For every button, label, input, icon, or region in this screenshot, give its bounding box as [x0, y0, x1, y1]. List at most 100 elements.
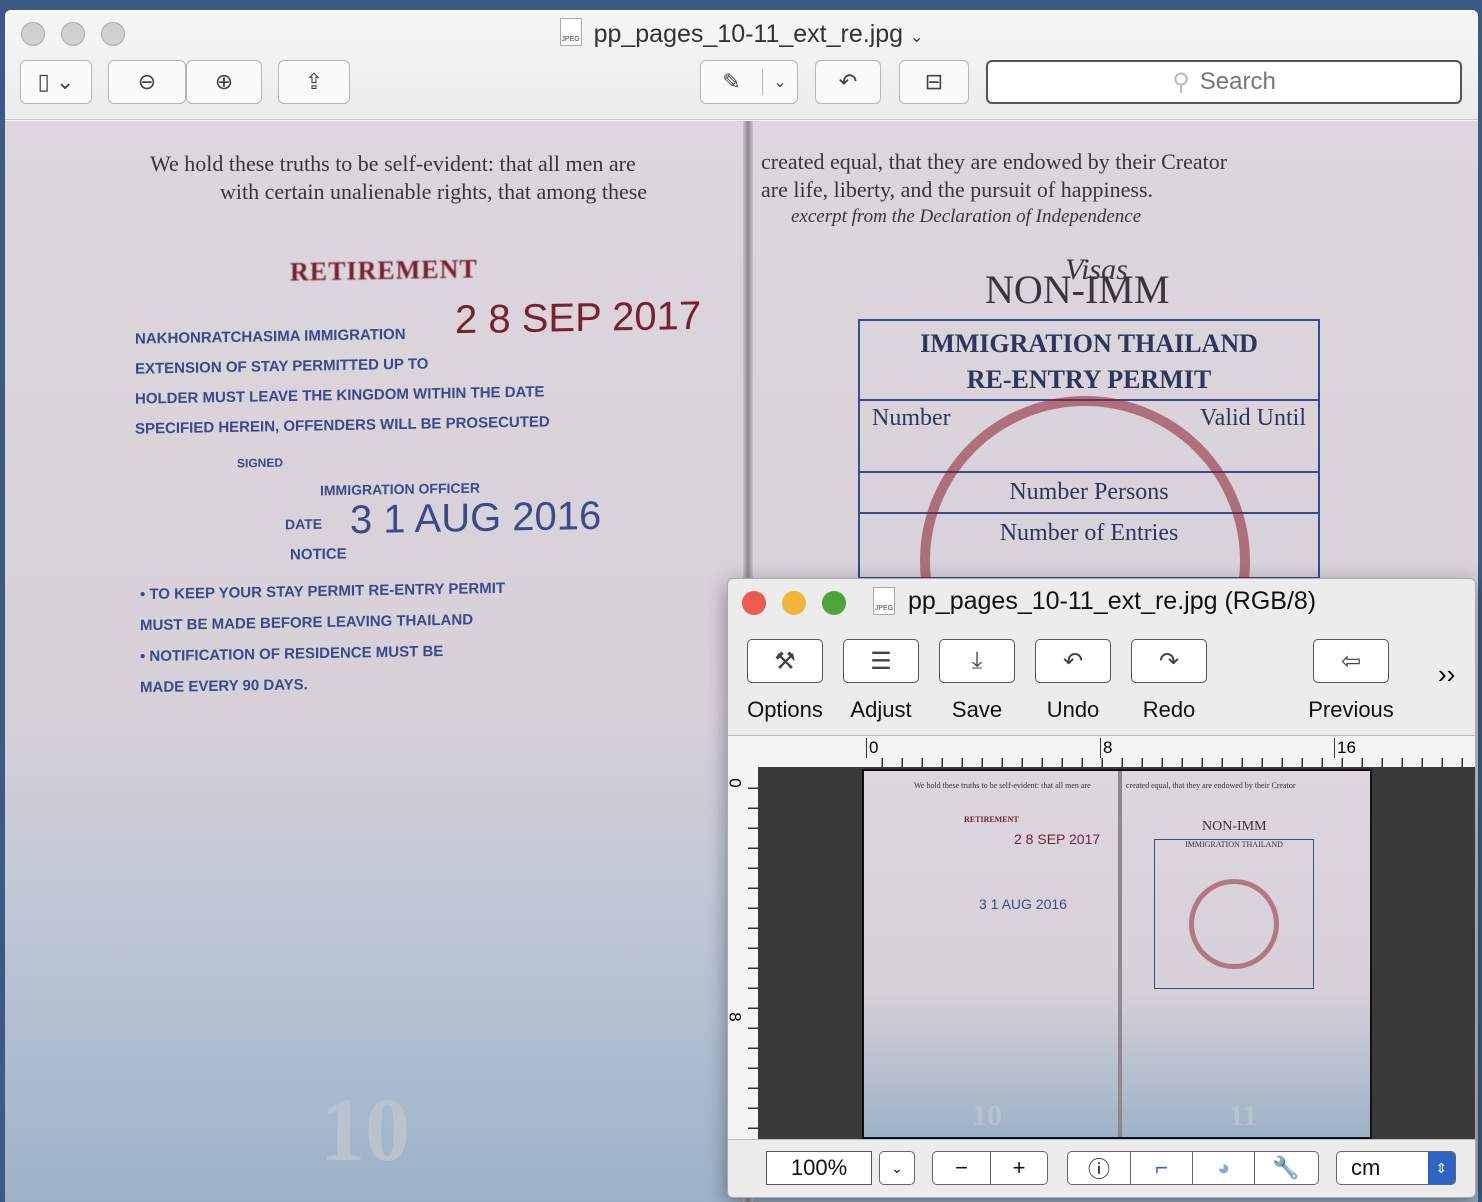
stamp-date: 2 8 SEP 2017: [1014, 831, 1101, 847]
zoom-level-field[interactable]: 100%: [766, 1151, 872, 1185]
page-number: 10: [972, 1099, 1002, 1132]
quote-line: created equal, that they are endowed by …: [1126, 781, 1296, 790]
window-title: pp_pages_10-11_ext_re.jpg (RGB/8): [908, 587, 1317, 615]
jpeg-file-icon: JPEG: [873, 587, 895, 615]
jpeg-file-icon: JPEG: [559, 18, 582, 46]
zoom-stepper: − +: [932, 1151, 1048, 1185]
valid-until-label: Valid Until: [1200, 405, 1306, 431]
file-type-badge: JPEG: [561, 36, 580, 43]
info-icon: ⓘ: [1087, 1157, 1110, 1182]
search-field[interactable]: ⚲ Search: [986, 60, 1462, 104]
stamp-date: 2 8 SEP 2017: [455, 293, 702, 343]
unit-select[interactable]: cm ⇕: [1336, 1151, 1456, 1185]
toolbar-overflow-button[interactable]: ››: [1438, 659, 1455, 690]
quote-line: with certain unalienable rights, that am…: [220, 179, 648, 204]
reentry-stamp: IMMIGRATION THAILAND: [1154, 839, 1314, 989]
page-number: 10: [320, 1081, 410, 1180]
share-button[interactable]: ⇪: [278, 60, 350, 104]
stamp-heading: RETIREMENT: [290, 254, 478, 287]
ruler-button[interactable]: ⌐: [1131, 1152, 1193, 1184]
image-preview: We hold these truths to be self-evident:…: [862, 769, 1372, 1139]
zoom-dropdown[interactable]: ⌄: [879, 1151, 915, 1185]
wrench-icon: 🔧: [1272, 1155, 1300, 1180]
redo-icon: ↷: [1158, 647, 1180, 675]
options-button[interactable]: ⚒ Options: [747, 639, 823, 723]
bottom-bar: 100% ⌄ − + ⓘ ⌐ ◕ 🔧 cm ⇕: [728, 1139, 1475, 1197]
stamp-heading: RETIREMENT: [964, 815, 1019, 824]
reentry-title: IMMIGRATION THAILAND: [1185, 840, 1283, 849]
tool-label: Undo: [1046, 697, 1100, 722]
ruler-label: 16: [1334, 738, 1356, 758]
reentry-stamp: IMMIGRATION THAILAND RE-ENTRY PERMIT Num…: [858, 319, 1320, 726]
ruler-label: 8: [727, 1012, 745, 1022]
zoom-out-icon: ⊖: [137, 69, 157, 94]
notice-line: MADE EVERY 90 DAYS.: [140, 676, 308, 697]
sidebar-toggle-button[interactable]: ▯ ⌄: [20, 60, 92, 104]
ruler-label: 8: [1100, 738, 1112, 758]
tool-label: Options: [747, 697, 823, 722]
chevron-down-icon: ⌄: [773, 74, 787, 91]
ruler-icon: ⌐: [1155, 1155, 1168, 1180]
color-button[interactable]: ◕: [1193, 1152, 1255, 1184]
toolbox-button[interactable]: ⊟: [899, 60, 969, 104]
chevron-down-icon: ⌄: [891, 1159, 903, 1176]
image-editor-window: JPEG pp_pages_10-11_ext_re.jpg (RGB/8) ⚒…: [727, 578, 1476, 1198]
zoom-in-button[interactable]: ⊕: [186, 60, 262, 104]
zoom-out-button[interactable]: ⊖: [108, 60, 186, 104]
quote-line: are life, liberty, and the pursuit of ha…: [761, 177, 1154, 202]
minus-icon: −: [955, 1155, 968, 1180]
tool-label: Redo: [1142, 697, 1196, 722]
signed-label: SIGNED: [237, 455, 284, 471]
zoom-out-button[interactable]: −: [933, 1152, 991, 1184]
rotate-button[interactable]: ↶: [815, 60, 881, 104]
date-label: DATE: [285, 515, 323, 533]
tool-label: Previous: [1308, 697, 1394, 722]
image-canvas[interactable]: We hold these truths to be self-evident:…: [758, 767, 1475, 1141]
sidebar-icon: ▯ ⌄: [37, 69, 75, 94]
tool-label: Save: [951, 697, 1003, 722]
number-label: Number: [872, 405, 951, 431]
zoom-value: 100%: [790, 1155, 848, 1180]
quote-line: created equal, that they are endowed by …: [761, 149, 1228, 174]
zoom-in-icon: ⊕: [214, 69, 234, 94]
quote-line: excerpt from the Declaration of Independ…: [791, 206, 1142, 227]
color-wheel-icon: ◕: [1216, 1155, 1231, 1180]
stamp-date: 3 1 AUG 2016: [350, 493, 602, 543]
search-icon: ⚲: [1172, 68, 1190, 96]
notice-line: MUST BE MADE BEFORE LEAVING THAILAND: [140, 611, 474, 635]
close-button[interactable]: [742, 591, 766, 615]
settings-button[interactable]: 🔧: [1255, 1152, 1317, 1184]
minimize-button[interactable]: [782, 591, 806, 615]
page-number: 11: [1229, 1099, 1258, 1132]
pen-icon: ✎: [701, 69, 763, 95]
vertical-ruler: 0 8: [728, 767, 758, 1141]
options-icon: ⚒: [774, 647, 796, 675]
redo-button[interactable]: ↷ Redo: [1131, 639, 1207, 723]
save-icon: ⤓: [971, 647, 983, 674]
reentry-title: IMMIGRATION THAILAND: [920, 329, 1258, 358]
markup-button[interactable]: ✎ ⌄: [700, 60, 798, 104]
zoom-in-button[interactable]: +: [991, 1152, 1047, 1184]
rotate-icon: ↶: [838, 69, 858, 94]
undo-icon: ↶: [1062, 647, 1084, 675]
zoom-button[interactable]: [822, 591, 846, 615]
window-title[interactable]: JPEG pp_pages_10-11_ext_re.jpg ⌄: [5, 18, 1478, 49]
visa-type: NON-IMM: [1202, 819, 1267, 834]
info-button[interactable]: ⓘ: [1068, 1152, 1131, 1184]
quote-line: We hold these truths to be self-evident:…: [914, 781, 1091, 790]
unit-value: cm: [1351, 1155, 1381, 1180]
updown-chevron-icon: ⇕: [1427, 1152, 1455, 1184]
previous-icon: ⇦: [1340, 647, 1362, 675]
toolbox-icon: ⊟: [924, 69, 944, 94]
quote-line: We hold these truths to be self-evident:…: [150, 151, 636, 176]
page-left: We hold these truths to be self-evident:…: [5, 121, 745, 1202]
previous-button[interactable]: ⇦ Previous: [1308, 639, 1394, 723]
title-bar: JPEG pp_pages_10-11_ext_re.jpg ⌄ ▯ ⌄ ⊖ ⊕ …: [5, 10, 1478, 120]
ruler-label: 0: [866, 738, 878, 758]
adjust-button[interactable]: ☰ Adjust: [843, 639, 919, 723]
notice-text: • TO KEEP YOUR STAY PERMIT RE-ENTRY PERM…: [140, 573, 505, 703]
title-text: pp_pages_10-11_ext_re.jpg: [593, 20, 904, 48]
stamp-line: SPECIFIED HEREIN, OFFENDERS WILL BE PROS…: [135, 413, 550, 438]
save-button[interactable]: ⤓ Save: [939, 639, 1015, 723]
undo-button[interactable]: ↶ Undo: [1035, 639, 1111, 723]
